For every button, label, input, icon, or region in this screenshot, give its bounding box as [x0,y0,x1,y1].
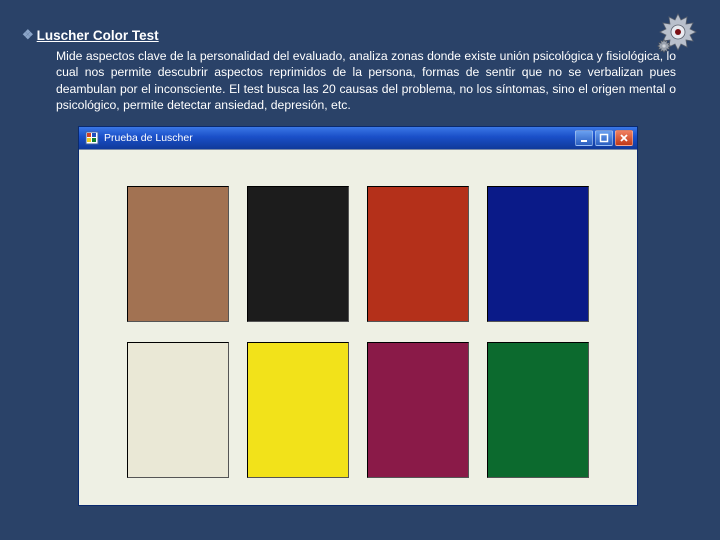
bullet-icon: ❖ [22,27,34,43]
color-swatch-violet[interactable] [367,342,469,478]
app-window: Prueba de Luscher [78,126,638,506]
color-swatch-grey[interactable] [127,342,229,478]
window-controls [575,130,633,146]
close-button[interactable] [615,130,633,146]
minimize-button[interactable] [575,130,593,146]
color-swatch-red[interactable] [367,186,469,322]
maximize-button[interactable] [595,130,613,146]
heading-text: Luscher Color Test [37,28,159,43]
titlebar: Prueba de Luscher [79,127,637,149]
color-grid [123,186,593,478]
color-swatch-green[interactable] [487,342,589,478]
slide-content: ❖Luscher Color Test Mide aspectos clave … [0,0,720,516]
window-client-area [79,149,637,505]
app-icon [85,131,99,145]
gear-icon [654,8,702,56]
description-text: Mide aspectos clave de la personalidad d… [56,48,676,114]
color-swatch-blue[interactable] [487,186,589,322]
color-swatch-black[interactable] [247,186,349,322]
window-title: Prueba de Luscher [104,132,570,144]
section-heading: ❖Luscher Color Test [22,28,698,44]
color-swatch-brown[interactable] [127,186,229,322]
color-swatch-yellow[interactable] [247,342,349,478]
